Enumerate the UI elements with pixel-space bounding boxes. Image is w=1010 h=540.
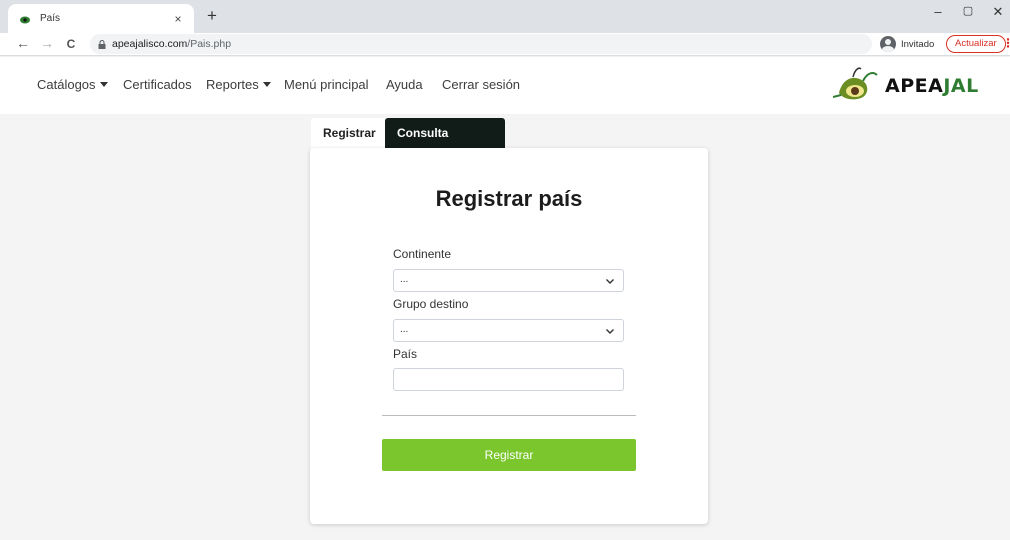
- divider: [382, 415, 636, 416]
- tab-close-icon[interactable]: ×: [170, 12, 186, 26]
- lock-icon: [98, 39, 106, 49]
- nav-catalogos-label: Catálogos: [37, 77, 96, 92]
- brand-logo[interactable]: APEAJAL: [833, 63, 979, 103]
- country-label: País: [393, 347, 418, 361]
- close-window-button[interactable]: ✕: [988, 4, 1008, 20]
- group-select[interactable]: ...: [393, 319, 624, 342]
- update-button[interactable]: Actualizar: [946, 35, 1006, 53]
- browser-tabstrip: País × + – ▢ ✕: [0, 0, 1010, 33]
- tab-consulta-general[interactable]: Consulta general: [385, 118, 505, 171]
- nav-menu-principal[interactable]: Menú principal: [284, 77, 369, 92]
- brand-jal: JAL: [943, 75, 979, 97]
- continent-select[interactable]: ...: [393, 269, 624, 292]
- page-title: Registrar país: [435, 186, 583, 211]
- nav-reportes[interactable]: Reportes: [206, 77, 271, 92]
- avocado-logo-icon: [833, 67, 878, 100]
- tab-title: País: [40, 13, 61, 24]
- profile-button[interactable]: Invitado: [880, 36, 934, 52]
- address-bar: ← → C apeajalisco.com/Pais.php Invitado …: [0, 33, 1010, 56]
- url-input[interactable]: apeajalisco.com/Pais.php: [90, 34, 872, 54]
- chevron-down-icon: [606, 279, 614, 284]
- group-value: ...: [400, 324, 409, 335]
- brand-apea: APEA: [885, 75, 944, 97]
- register-card: Registrar país Continente ... Grupo dest…: [310, 148, 708, 524]
- nav-cerrar-sesion[interactable]: Cerrar sesión: [442, 77, 520, 92]
- site-navbar: Catálogos Certificados Reportes Menú pri…: [0, 57, 1010, 114]
- minimize-button[interactable]: –: [928, 4, 948, 19]
- url-path: /Pais.php: [187, 38, 232, 50]
- caret-down-icon: [99, 82, 108, 87]
- country-input[interactable]: [393, 368, 624, 391]
- continent-label: Continente: [393, 247, 452, 261]
- forward-button[interactable]: →: [38, 35, 56, 51]
- chevron-down-icon: [606, 329, 614, 334]
- caret-down-icon: [262, 82, 271, 87]
- continent-value: ...: [400, 274, 409, 285]
- new-tab-button[interactable]: +: [202, 6, 222, 26]
- url-host: apeajalisco.com: [112, 38, 188, 50]
- browser-menu-icon[interactable]: ⋮: [1002, 36, 1010, 50]
- nav-certificados[interactable]: Certificados: [123, 77, 192, 92]
- browser-tab[interactable]: País ×: [8, 4, 194, 33]
- back-button[interactable]: ←: [14, 35, 32, 51]
- tab-registrar[interactable]: Registrar: [311, 118, 385, 149]
- url-text: apeajalisco.com/Pais.php: [112, 38, 231, 50]
- restore-button[interactable]: ▢: [958, 4, 978, 17]
- register-button[interactable]: Registrar: [382, 439, 636, 471]
- nav-catalogos[interactable]: Catálogos: [37, 77, 108, 92]
- reload-button[interactable]: C: [62, 37, 80, 51]
- group-label: Grupo destino: [393, 297, 469, 311]
- nav-ayuda[interactable]: Ayuda: [386, 77, 423, 92]
- nav-reportes-label: Reportes: [206, 77, 259, 92]
- site-favicon-icon: [20, 16, 30, 23]
- profile-label: Invitado: [901, 38, 935, 50]
- profile-avatar-icon: [880, 36, 896, 52]
- brand-wordmark: APEAJAL: [885, 75, 979, 97]
